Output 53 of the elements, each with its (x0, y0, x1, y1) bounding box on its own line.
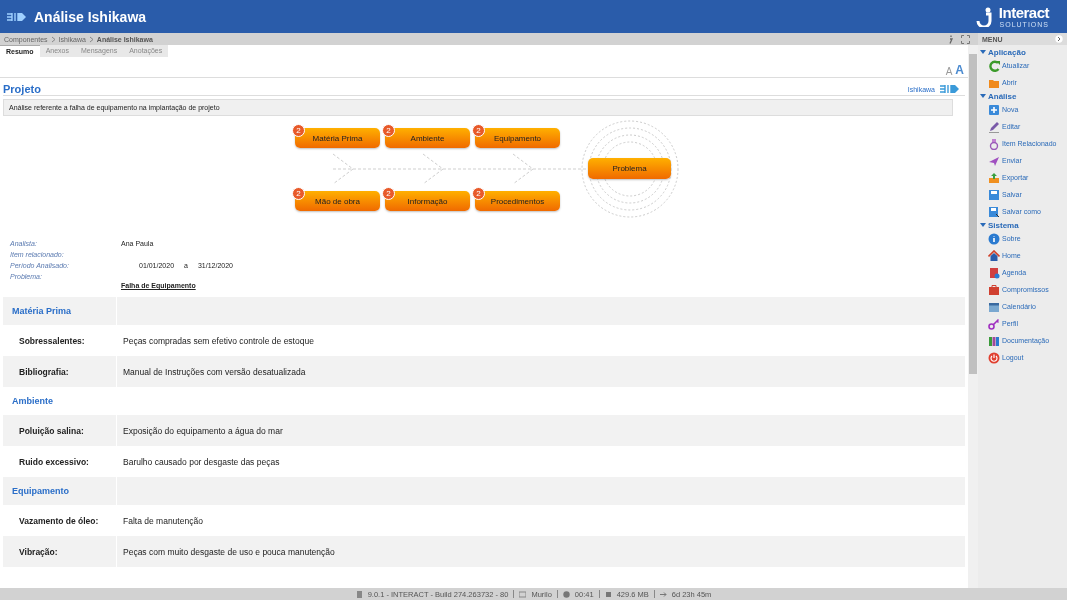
pencil-icon (988, 120, 1000, 133)
effect-node[interactable]: Problema (588, 158, 671, 179)
refresh-icon (988, 59, 1000, 72)
cause-description: Exposição do equipamento a água do mar (122, 424, 284, 438)
increase-font-button[interactable]: A (955, 63, 964, 77)
cause-description: Barulho causado por desgaste das peças (122, 455, 281, 469)
brand-name: Interact (998, 4, 1049, 21)
address-book-icon (988, 266, 1000, 279)
chevron-icon (50, 35, 56, 43)
briefcase-icon (988, 283, 1000, 296)
export-icon (988, 171, 1000, 184)
count-badge: 2 (292, 124, 305, 137)
group-heading: Matéria Prima (3, 297, 117, 325)
menu-group-header[interactable]: Sistema (978, 220, 1067, 230)
power-icon (988, 351, 1000, 364)
binders-icon (988, 334, 1000, 347)
cause-label: Vibração: (3, 536, 117, 567)
info-icon (988, 232, 1000, 245)
key-icon (988, 317, 1000, 330)
count-badge: 2 (382, 124, 395, 137)
cause-description: Manual de Instruções com versão desatualizada (122, 365, 307, 379)
decrease-font-button[interactable]: A (945, 66, 953, 77)
cause-label: Poluição salina: (3, 415, 117, 446)
cause-description: Peças com muito desgaste de uso e pouca manutenção (122, 545, 336, 559)
collapse-icon (1055, 35, 1063, 43)
fish-icon (6, 10, 28, 23)
menu-group-header[interactable]: Análise (978, 91, 1067, 101)
cause-description: Falta de manutenção (122, 514, 204, 528)
chevron-icon (88, 35, 94, 43)
count-badge: 2 (382, 187, 395, 200)
info-icon (947, 34, 953, 44)
count-badge: 2 (472, 187, 485, 200)
section-title: Projeto (3, 83, 41, 95)
count-badge: 2 (472, 124, 485, 137)
scrollbar-thumb[interactable] (969, 54, 977, 374)
fish-icon (939, 83, 959, 95)
cause-description: Peças compradas sem efetivo controle de estoque (122, 334, 315, 348)
menu-group-header[interactable]: Aplicação (978, 47, 1067, 57)
caret-icon (980, 93, 986, 99)
calendar-icon (988, 300, 1000, 313)
home-icon (988, 249, 1000, 262)
scrollbar[interactable] (968, 45, 978, 588)
caret-icon (980, 49, 986, 55)
plus-icon (988, 103, 1000, 116)
document-icon (355, 590, 363, 598)
cause-label: Bibliografia: (3, 356, 117, 387)
uptime-icon (659, 590, 667, 598)
count-badge: 2 (292, 187, 305, 200)
fullscreen-icon (961, 34, 970, 44)
page-title: Análise Ishikawa (34, 8, 147, 25)
group-heading: Equipamento (3, 477, 117, 505)
caret-icon (980, 222, 986, 228)
paper-plane-icon (988, 154, 1000, 167)
